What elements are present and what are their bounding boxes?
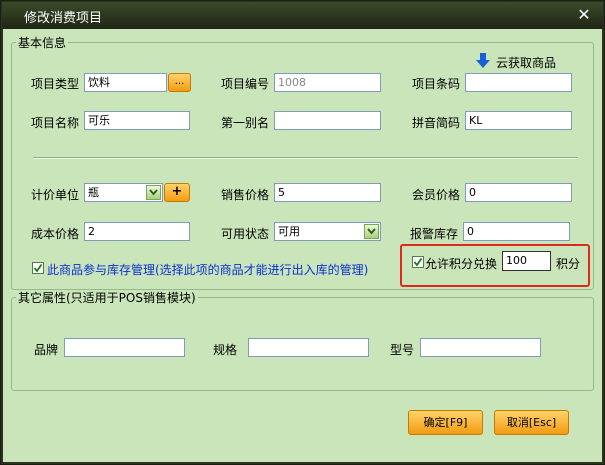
pinyin-label: 拼音简码 bbox=[412, 116, 461, 130]
dialog-body: 基本信息 云获取商品 项目类型 饮料 ... 项目编号 1008 项目条码 项目… bbox=[3, 29, 602, 462]
status-select[interactable]: 可用 bbox=[274, 222, 381, 241]
checkmark-icon bbox=[33, 263, 43, 273]
sale-price-field[interactable]: 5 bbox=[274, 183, 381, 202]
points-value-field[interactable]: 100 bbox=[502, 251, 551, 271]
model-label: 型号 bbox=[390, 343, 415, 357]
item-barcode-field[interactable] bbox=[465, 73, 572, 92]
item-name-label: 项目名称 bbox=[31, 116, 80, 130]
download-arrow-icon bbox=[476, 53, 490, 68]
item-code-label: 项目编号 bbox=[221, 77, 270, 91]
spec-field[interactable] bbox=[248, 338, 369, 357]
item-type-label: 项目类型 bbox=[31, 77, 80, 91]
inventory-checkbox[interactable] bbox=[32, 262, 44, 274]
unit-label: 计价单位 bbox=[31, 188, 80, 202]
checkmark-icon bbox=[413, 257, 423, 267]
spec-label: 规格 bbox=[213, 343, 238, 357]
status-select-value: 可用 bbox=[278, 225, 300, 238]
dialog-window: 修改消费项目 ✕ 基本信息 云获取商品 项目类型 饮料 ... 项目编号 100… bbox=[0, 0, 605, 465]
inventory-checkbox-label[interactable]: 此商品参与库存管理(选择此项的商品才能进行出入库的管理) bbox=[47, 261, 368, 278]
brand-label: 品牌 bbox=[34, 343, 59, 357]
close-icon[interactable]: ✕ bbox=[575, 6, 593, 24]
member-price-label: 会员价格 bbox=[412, 188, 461, 202]
item-type-browse-button[interactable]: ... bbox=[168, 73, 191, 92]
pinyin-field[interactable]: KL bbox=[465, 111, 572, 130]
brand-field[interactable] bbox=[64, 338, 185, 357]
item-type-field[interactable]: 饮料 bbox=[84, 73, 167, 92]
alarm-stock-field[interactable]: 0 bbox=[463, 222, 570, 241]
window-title: 修改消费项目 bbox=[24, 11, 103, 26]
model-field[interactable] bbox=[420, 338, 541, 357]
sale-price-label: 销售价格 bbox=[221, 188, 270, 202]
unit-select-value: 瓶 bbox=[88, 186, 99, 199]
alias-field[interactable] bbox=[274, 111, 381, 130]
basic-info-legend: 基本信息 bbox=[18, 36, 67, 50]
title-bar[interactable]: 修改消费项目 ✕ bbox=[2, 2, 603, 29]
unit-add-button[interactable]: + bbox=[164, 183, 190, 202]
ok-button[interactable]: 确定[F9] bbox=[408, 410, 483, 435]
points-exchange-checkbox[interactable] bbox=[412, 256, 424, 268]
chevron-down-icon[interactable] bbox=[146, 185, 161, 200]
cloud-fetch-label: 云获取商品 bbox=[496, 56, 557, 70]
divider bbox=[33, 157, 578, 159]
cost-price-label: 成本价格 bbox=[31, 227, 80, 241]
chevron-down-icon[interactable] bbox=[364, 224, 379, 239]
status-label: 可用状态 bbox=[221, 227, 270, 241]
points-unit-label: 积分 bbox=[556, 257, 581, 271]
unit-select[interactable]: 瓶 bbox=[84, 183, 163, 202]
alias-label: 第一别名 bbox=[221, 116, 270, 130]
item-barcode-label: 项目条码 bbox=[412, 77, 461, 91]
member-price-field[interactable]: 0 bbox=[465, 183, 572, 202]
alarm-stock-label: 报警库存 bbox=[410, 227, 459, 241]
other-props-legend: 其它属性(只适用于POS销售模块) bbox=[18, 291, 196, 305]
item-code-field[interactable]: 1008 bbox=[274, 73, 381, 92]
item-name-field[interactable]: 可乐 bbox=[84, 111, 190, 130]
cancel-button[interactable]: 取消[Esc] bbox=[494, 410, 569, 435]
cost-price-field[interactable]: 2 bbox=[84, 222, 190, 241]
points-exchange-label[interactable]: 允许积分兑换 bbox=[425, 255, 497, 272]
